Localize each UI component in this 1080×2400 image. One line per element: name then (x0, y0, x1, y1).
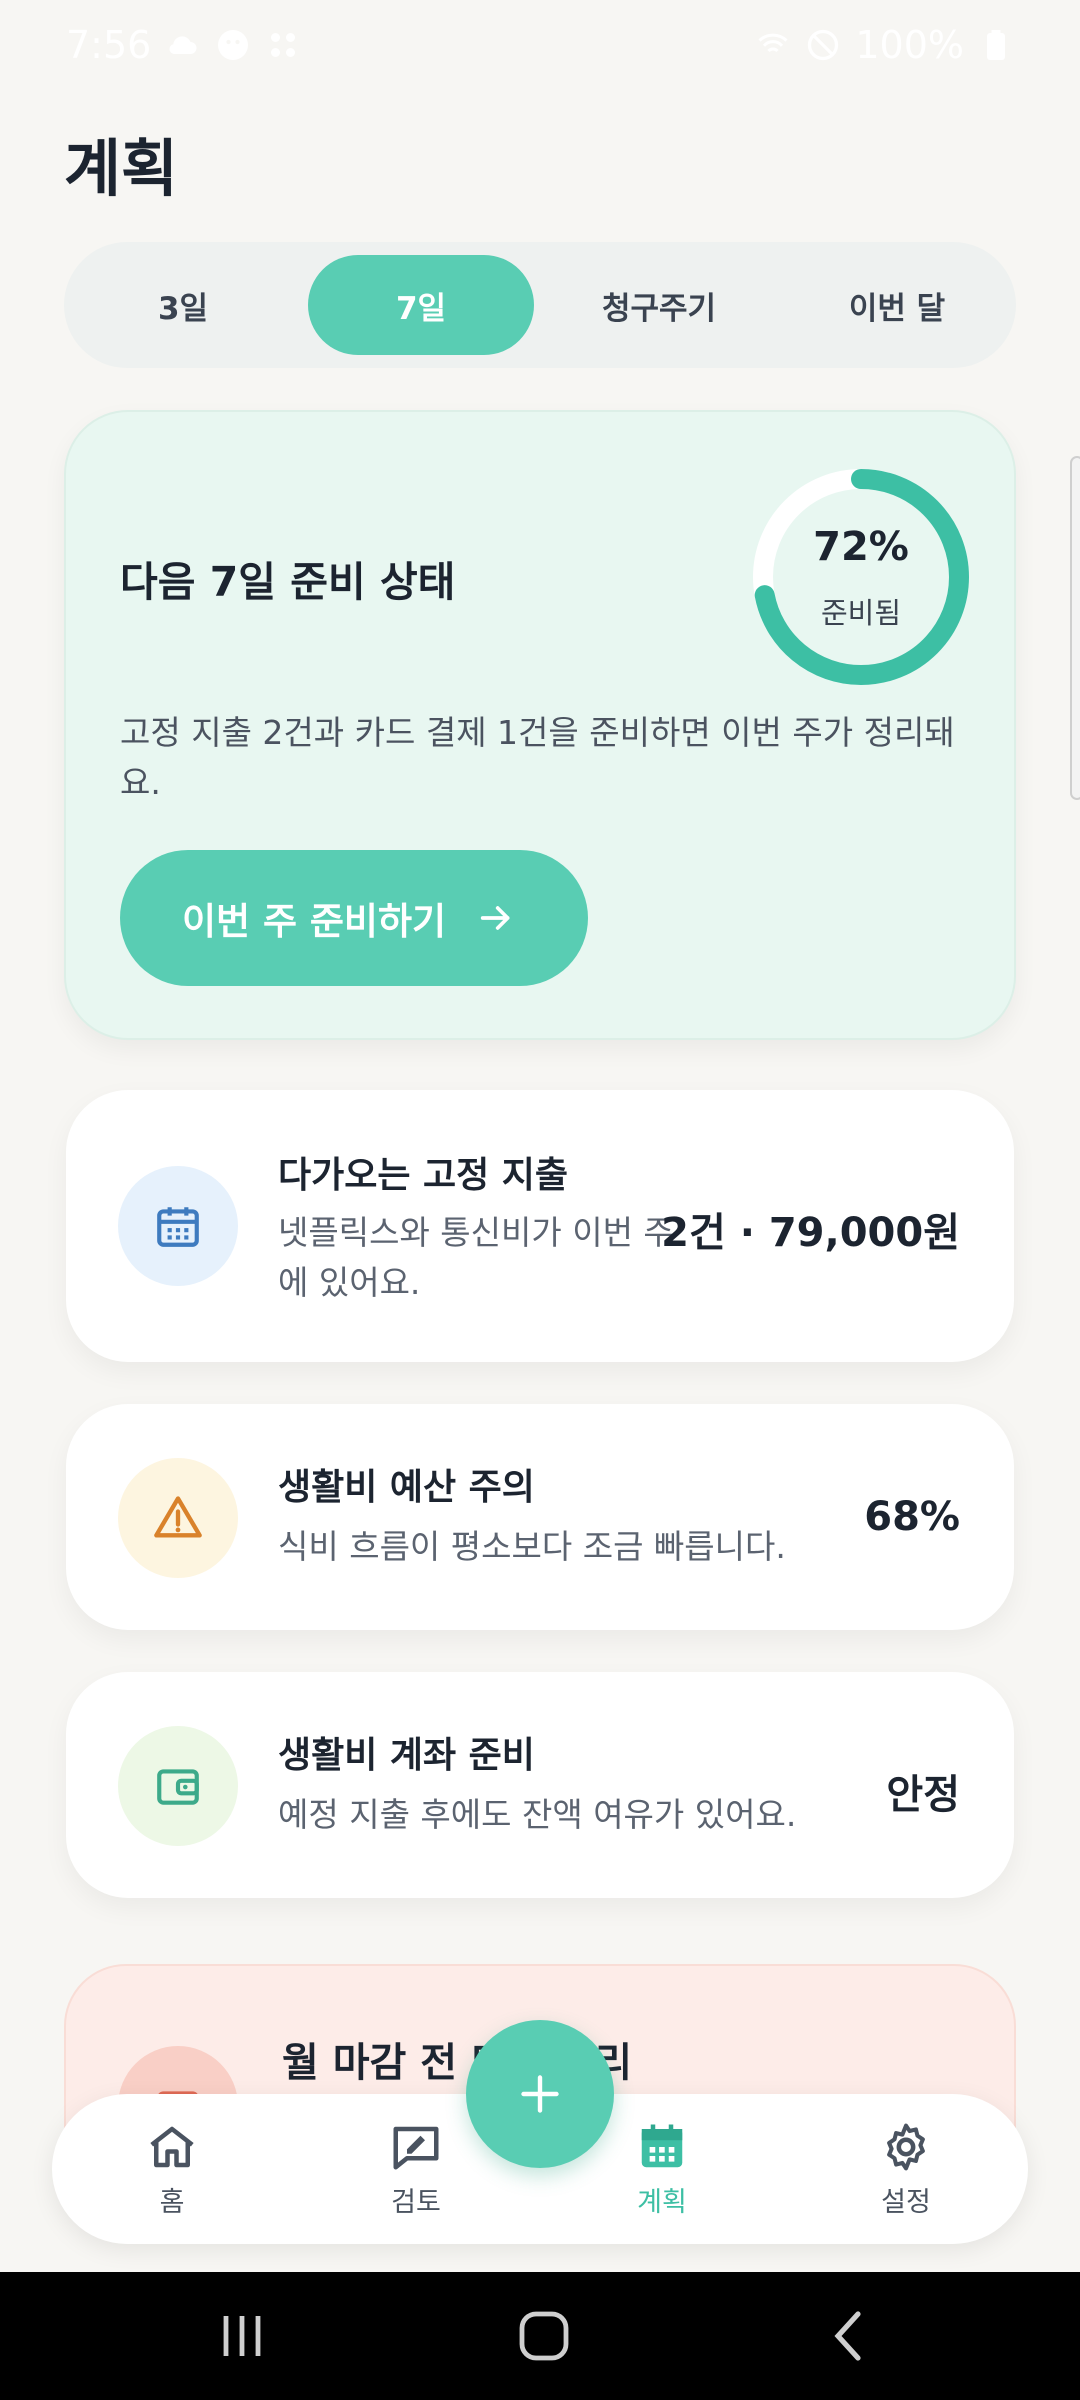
budget-warning-card[interactable]: 생활비 예산 주의 식비 흐름이 평소보다 조금 빠릅니다. 68% (66, 1404, 1014, 1630)
status-right: 100% (755, 23, 1014, 67)
nav-plan-label: 계획 (637, 2187, 687, 2218)
dnd-icon (808, 29, 839, 61)
nav-review-label: 검토 (391, 2187, 441, 2218)
status-time: 7:56 (66, 23, 152, 67)
nav-home-label: 홈 (159, 2187, 185, 2218)
budget-warning-title: 생활비 예산 주의 (278, 1467, 535, 1508)
wallet-icon (157, 1769, 199, 1805)
tab-7-days[interactable]: 7일 (308, 255, 534, 355)
prepare-week-label: 이번 주 준비하기 (182, 900, 447, 943)
status-left: 7:56 (66, 23, 301, 67)
home-icon (150, 2126, 194, 2168)
home-button-icon[interactable] (514, 2308, 574, 2364)
nav-home[interactable]: 홈 (102, 2120, 242, 2230)
status-bar: 7:56 100% (0, 0, 1080, 90)
scrollbar-thumb[interactable] (1070, 456, 1080, 800)
account-ready-card[interactable]: 생활비 계좌 준비 예정 지출 후에도 잔액 여유가 있어요. 안정 (66, 1672, 1014, 1898)
readiness-label: 준비됨 (820, 596, 902, 630)
readiness-ring: 72% 준비됨 (746, 462, 976, 692)
progress-ring (753, 469, 969, 685)
gear-icon (887, 2123, 925, 2171)
readiness-percent: 72% (813, 524, 909, 570)
add-button[interactable] (466, 2020, 614, 2168)
plus-icon (521, 2075, 559, 2113)
fixed-expense-title: 다가오는 고정 지출 (278, 1155, 569, 1196)
account-ready-description: 예정 지출 후에도 잔액 여유가 있어요. (278, 1795, 797, 1834)
warning-icon (154, 1496, 202, 1538)
battery-icon (987, 30, 1005, 60)
readiness-title: 다음 7일 준비 상태 (120, 558, 456, 606)
budget-warning-description: 식비 흐름이 평소보다 조금 빠릅니다. (278, 1527, 786, 1566)
grid-dots-icon (271, 33, 296, 57)
arrow-right-icon (480, 906, 510, 930)
nav-settings-label: 설정 (881, 2187, 931, 2218)
account-ready-value: 안정 (886, 1772, 960, 1818)
nav-plan[interactable]: 계획 (592, 2120, 732, 2230)
budget-warning-value: 68% (864, 1494, 960, 1540)
period-tabs: 3일 7일 청구주기 이번 달 (64, 242, 1016, 368)
battery-percent: 100% (855, 23, 964, 67)
prepare-week-button[interactable]: 이번 주 준비하기 (120, 850, 588, 986)
nav-settings[interactable]: 설정 (836, 2120, 976, 2230)
review-icon (393, 2126, 439, 2170)
cloud-icon (169, 36, 197, 54)
page-title: 계획 (64, 132, 179, 205)
fixed-expense-card[interactable]: 다가오는 고정 지출 넷플릭스와 통신비가 이번 주에 있어요. 2건 · 79… (66, 1090, 1014, 1362)
calendar-icon (157, 1207, 199, 1247)
back-icon[interactable] (820, 2308, 880, 2364)
account-ready-title: 생활비 계좌 준비 (278, 1735, 535, 1776)
face-icon (218, 30, 249, 60)
wifi-off-icon (758, 33, 788, 53)
tab-this-month[interactable]: 이번 달 (784, 255, 1010, 355)
readiness-description: 고정 지출 2건과 카드 결제 1건을 준비하면 이번 주가 정리돼요. (120, 713, 955, 802)
fixed-expense-value: 2건 · 79,000원 (661, 1210, 960, 1256)
account-ready-icon-wrap (118, 1726, 238, 1846)
nav-review[interactable]: 검토 (346, 2120, 486, 2230)
recent-apps-icon[interactable] (212, 2308, 272, 2364)
tab-3-days[interactable]: 3일 (70, 255, 296, 355)
tab-billing-cycle[interactable]: 청구주기 (546, 255, 772, 355)
system-navigation-bar (0, 2272, 1080, 2400)
readiness-card: 다음 7일 준비 상태 72% 준비됨 고정 지출 2건과 카드 결제 1건을 … (64, 410, 1016, 1040)
calendar-icon (641, 2124, 683, 2168)
budget-warning-icon-wrap (118, 1458, 238, 1578)
fixed-expense-description: 넷플릭스와 통신비가 이번 주에 있어요. (278, 1213, 674, 1302)
fixed-expense-icon-wrap (118, 1166, 238, 1286)
